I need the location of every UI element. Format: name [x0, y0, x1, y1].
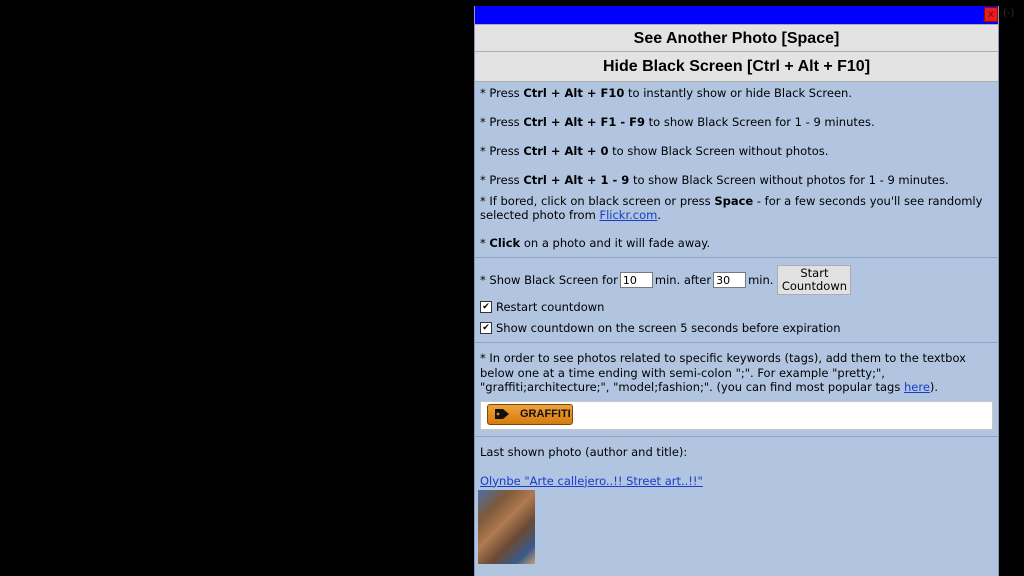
tag-graffiti[interactable]: GRAFFITI: [487, 403, 573, 425]
tag-icon: [495, 409, 509, 419]
help-line-5: * If bored, click on black screen or pre…: [480, 194, 983, 222]
popular-tags-link[interactable]: here: [904, 380, 930, 394]
minimize-icon[interactable]: (-): [1003, 8, 1014, 19]
countdown-row: * Show Black Screen for min. after min. …: [480, 264, 993, 296]
last-photo-link[interactable]: Olynbe "Arte callejero..!! Street art..!…: [480, 474, 703, 488]
after-label: min. after: [654, 273, 712, 287]
help-line-6: * Click on a photo and it will fade away…: [480, 236, 711, 250]
show-for-label: * Show Black Screen for: [480, 273, 618, 287]
show-countdown-checkbox[interactable]: ✔: [480, 321, 492, 334]
tags-textbox[interactable]: GRAFFITI: [480, 400, 993, 430]
see-another-photo-button[interactable]: See Another Photo [Space]: [475, 24, 998, 52]
flickr-link[interactable]: Flickr.com: [599, 208, 657, 222]
help-line-4: * Press Ctrl + Alt + 1 - 9 to show Black…: [480, 173, 949, 187]
last-photo-label: Last shown photo (author and title):: [480, 444, 688, 459]
tags-instructions: * In order to see photos related to spec…: [480, 351, 966, 394]
settings-section: * Show Black Screen for min. after min. …: [475, 258, 998, 343]
last-photo-thumbnail[interactable]: [478, 490, 535, 564]
restart-checkbox[interactable]: ✔: [480, 300, 492, 313]
help-line-3: * Press Ctrl + Alt + 0 to show Black Scr…: [480, 144, 829, 158]
start-countdown-button[interactable]: Start Countdown: [777, 265, 852, 295]
black-screen-panel: x See Another Photo [Space] Hide Black S…: [474, 6, 999, 576]
help-line-2: * Press Ctrl + Alt + F1 - F9 to show Bla…: [480, 115, 875, 129]
show-minutes-input[interactable]: [619, 272, 653, 288]
show-countdown-row[interactable]: ✔ Show countdown on the screen 5 seconds…: [480, 317, 993, 338]
tag-label: GRAFFITI: [520, 408, 571, 420]
show-countdown-label: Show countdown on the screen 5 seconds b…: [496, 320, 841, 335]
min-label: min.: [748, 273, 774, 287]
after-minutes-input[interactable]: [713, 272, 747, 288]
help-section: * Press Ctrl + Alt + F10 to instantly sh…: [475, 82, 998, 258]
last-photo-section: Last shown photo (author and title): Oly…: [475, 437, 998, 488]
close-button[interactable]: x: [984, 7, 998, 22]
title-bar: x: [475, 6, 998, 24]
hide-black-screen-button[interactable]: Hide Black Screen [Ctrl + Alt + F10]: [475, 52, 998, 82]
help-line-1: * Press Ctrl + Alt + F10 to instantly sh…: [480, 86, 852, 100]
restart-label: Restart countdown: [496, 299, 605, 314]
restart-countdown-row[interactable]: ✔ Restart countdown: [480, 296, 993, 317]
tags-section: * In order to see photos related to spec…: [475, 343, 998, 437]
